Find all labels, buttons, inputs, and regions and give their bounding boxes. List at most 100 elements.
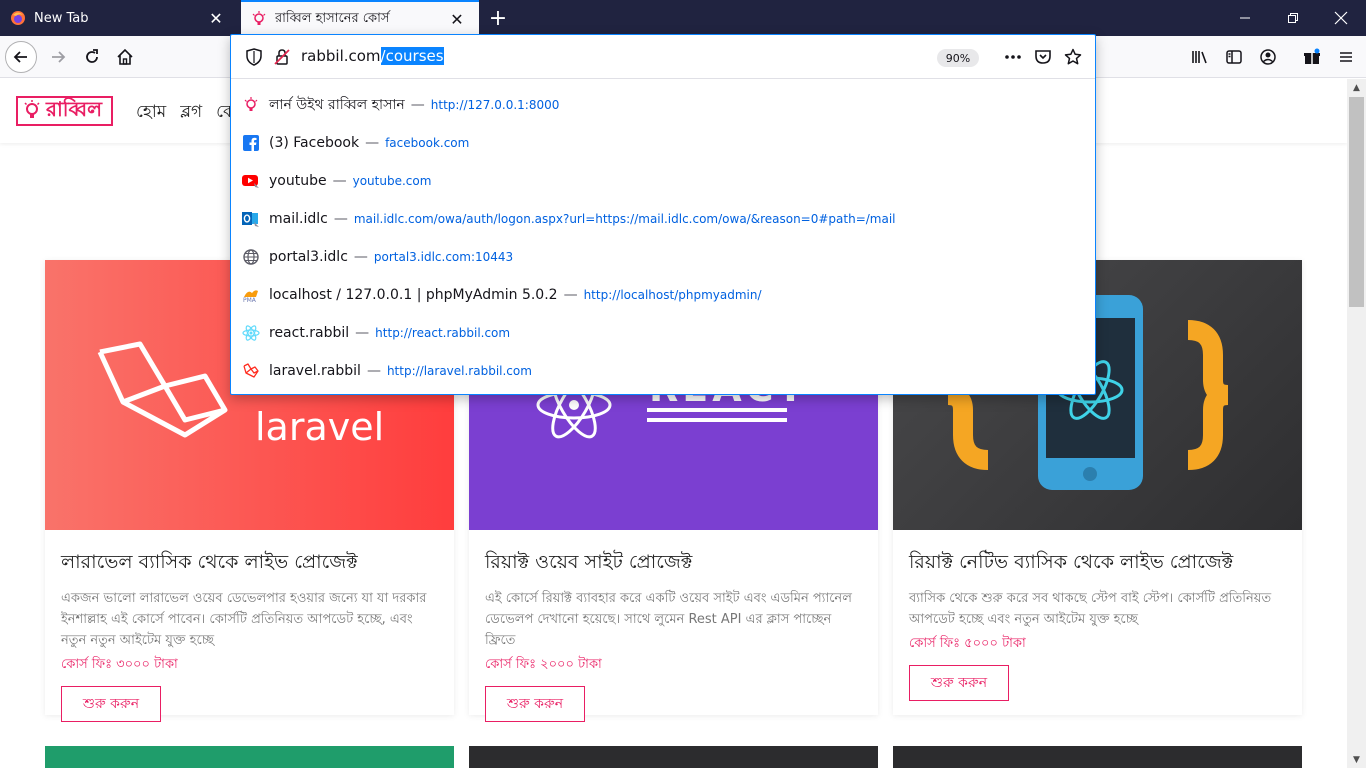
forward-button[interactable] — [42, 41, 74, 73]
account-icon — [1260, 49, 1276, 65]
library-button[interactable] — [1184, 41, 1216, 73]
reload-button[interactable] — [76, 41, 108, 73]
suggestion-separator: — — [365, 135, 380, 151]
zoom-badge[interactable]: 90% — [937, 49, 979, 67]
menu-button[interactable] — [1330, 41, 1362, 73]
suggestion-separator: — — [563, 287, 578, 303]
start-course-button[interactable]: শুরু করুন — [485, 686, 585, 722]
suggestion-url: portal3.idlc.com:10443 — [373, 250, 514, 264]
nav-blog[interactable]: ব্লগ — [180, 99, 202, 127]
pocket-icon[interactable] — [1033, 47, 1053, 67]
outlook-icon — [241, 209, 261, 229]
scroll-thumb[interactable] — [1349, 97, 1364, 307]
react-icon — [241, 323, 261, 343]
bulb-icon — [24, 100, 40, 118]
tab-title: রাব্বিল হাসানের কোর্স — [275, 10, 390, 26]
tab-courses[interactable]: রাব্বিল হাসানের কোর্স ✕ — [241, 0, 479, 36]
hamburger-icon — [1340, 52, 1352, 62]
suggestion-title: laravel.rabbil — [269, 363, 361, 379]
suggestion-url: http://laravel.rabbil.com — [386, 364, 532, 378]
close-icon[interactable]: ✕ — [445, 7, 469, 31]
suggestion-separator: — — [333, 211, 348, 227]
firefox-icon — [10, 10, 26, 26]
tab-strip: New Tab ✕ রাব্বিল হাসানের কোর্স ✕ + — [0, 0, 1366, 36]
gift-icon — [1304, 48, 1320, 64]
tab-new-tab[interactable]: New Tab ✕ — [0, 0, 238, 36]
suggestion-title: youtube — [269, 173, 327, 189]
suggestion-separator: — — [366, 363, 381, 379]
suggestion-item[interactable]: PMA localhost / 127.0.0.1 | phpMyAdmin 5… — [241, 278, 1081, 312]
suggestion-title: portal3.idlc — [269, 249, 348, 265]
suggestion-title: (3) Facebook — [269, 135, 360, 151]
logo-text: রাব্বিল — [46, 96, 103, 121]
url-input[interactable]: rabbil.com/courses — [301, 47, 444, 65]
suggestion-item[interactable]: youtube — youtube.com — [241, 164, 1081, 198]
course-card-next — [469, 746, 878, 768]
insecure-lock-icon[interactable] — [272, 47, 292, 67]
close-icon[interactable]: ✕ — [204, 6, 228, 30]
suggestion-url: http://localhost/phpmyadmin/ — [583, 288, 762, 302]
course-card-next — [893, 746, 1302, 768]
reload-icon — [86, 49, 98, 63]
suggestion-separator: — — [353, 249, 368, 265]
start-course-button[interactable]: শুরু করুন — [61, 686, 161, 722]
course-description: ব্যাসিক থেকে শুরু করে সব থাকছে স্টেপ বাই… — [909, 591, 1272, 627]
nav-home[interactable]: হোম — [136, 99, 166, 127]
suggestion-item[interactable]: mail.idlc — mail.idlc.com/owa/auth/logon… — [241, 202, 1081, 236]
sidebar-icon — [1226, 50, 1242, 64]
suggestion-item[interactable]: লার্ন উইথ রাব্বিল হাসান — http://127.0.0… — [241, 88, 1081, 122]
suggestion-url: http://127.0.0.1:8000 — [430, 98, 560, 112]
course-description: এই কোর্সে রিয়াক্ট ব্যাবহার করে একটি ওয়… — [485, 591, 852, 648]
course-image-text: laravel — [255, 405, 385, 449]
course-title: লারাভেল ব্যাসিক থেকে লাইভ প্রোজেক্ট — [61, 551, 358, 573]
new-tab-button[interactable]: + — [485, 5, 511, 31]
library-icon — [1192, 51, 1207, 64]
arrow-right-icon — [52, 51, 66, 63]
bookmark-star-icon[interactable] — [1063, 47, 1083, 67]
page-scrollbar[interactable]: ▲ ▼ — [1347, 79, 1366, 768]
suggestion-item[interactable]: portal3.idlc — portal3.idlc.com:10443 — [241, 240, 1081, 274]
suggestion-item[interactable]: laravel.rabbil — http://laravel.rabbil.c… — [241, 354, 1081, 388]
suggestion-title: react.rabbil — [269, 325, 350, 341]
bulb-icon — [251, 11, 267, 27]
course-description: একজন ভালো লারাভেল ওয়েব ডেভেলপার হওয়ার … — [61, 591, 427, 648]
minimize-button[interactable] — [1222, 0, 1268, 36]
tab-title: New Tab — [34, 10, 89, 26]
suggestion-url: http://react.rabbil.com — [375, 326, 511, 340]
laravel-icon — [241, 361, 261, 381]
course-fee: কোর্স ফিঃ ২০০০ টাকা — [485, 657, 602, 672]
globe-icon — [241, 247, 261, 267]
account-button[interactable] — [1252, 41, 1284, 73]
site-logo[interactable]: রাব্বিল — [16, 96, 113, 126]
tracking-protection-icon[interactable] — [244, 47, 264, 67]
suggestion-separator: — — [410, 97, 425, 113]
url-bar[interactable]: rabbil.com/courses 90% — [231, 35, 1095, 79]
site-nav: হোম ব্লগ কো — [136, 99, 240, 127]
suggestion-url: facebook.com — [385, 136, 470, 150]
close-window-button[interactable] — [1318, 0, 1364, 36]
suggestion-separator: — — [355, 325, 370, 341]
scroll-up-icon[interactable]: ▲ — [1347, 79, 1366, 96]
course-title: রিয়াক্ট ওয়েব সাইট প্রোজেক্ট — [485, 551, 693, 573]
url-host: rabbil.com — [301, 47, 381, 65]
scroll-down-icon[interactable]: ▼ — [1347, 751, 1366, 768]
suggestion-title: localhost / 127.0.0.1 | phpMyAdmin 5.0.2 — [269, 287, 558, 303]
suggestion-separator: — — [332, 173, 347, 189]
back-button[interactable] — [5, 41, 37, 73]
phpmyadmin-icon: PMA — [241, 285, 261, 305]
suggestion-title: mail.idlc — [269, 211, 328, 227]
extensions-button[interactable] — [1296, 41, 1328, 73]
course-fee: কোর্স ফিঃ ৫০০০ টাকা — [909, 636, 1026, 651]
url-path-selected: /courses — [380, 47, 444, 65]
svg-text:PMA: PMA — [243, 297, 257, 303]
youtube-icon — [241, 171, 261, 191]
suggestion-item[interactable]: react.rabbil — http://react.rabbil.com — [241, 316, 1081, 350]
facebook-icon — [241, 133, 261, 153]
suggestion-item[interactable]: (3) Facebook — facebook.com — [241, 126, 1081, 160]
url-dropdown: rabbil.com/courses 90% লার্ন উইথ রাব্বিল… — [230, 34, 1096, 395]
page-actions-icon[interactable] — [1003, 47, 1023, 67]
start-course-button[interactable]: শুরু করুন — [909, 665, 1009, 701]
sidebar-button[interactable] — [1218, 41, 1250, 73]
home-button[interactable] — [109, 41, 141, 73]
restore-button[interactable] — [1270, 0, 1316, 36]
